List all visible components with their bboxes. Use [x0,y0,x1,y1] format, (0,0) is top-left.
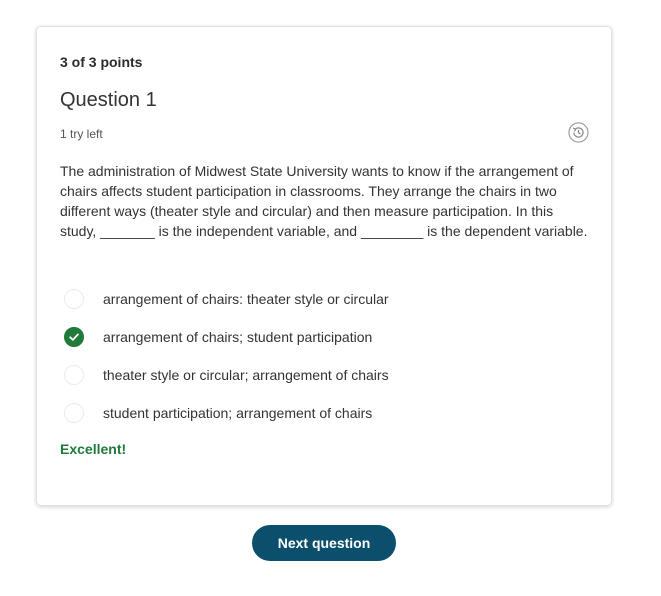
check-icon [69,333,79,341]
question-card: 3 of 3 points Question 1 1 try left The … [36,26,612,506]
radio-button[interactable] [64,289,84,309]
question-title: Question 1 [60,89,157,111]
option-label: arrangement of chairs; student participa… [103,329,373,345]
option-label: arrangement of chairs: theater style or … [103,291,389,307]
answer-options: arrangement of chairs: theater style or … [64,280,584,432]
radio-button[interactable] [64,403,84,423]
points-score: 3 of 3 points [60,54,143,70]
next-question-button[interactable]: Next question [252,525,396,561]
option-label: student participation; arrangement of ch… [103,405,373,421]
answer-option-3[interactable]: theater style or circular; arrangement o… [64,356,584,394]
question-prompt: The administration of Midwest State Univ… [60,163,588,239]
feedback-message: Excellent! [60,441,127,457]
tries-remaining: 1 try left [60,127,103,141]
option-label: theater style or circular; arrangement o… [103,367,389,383]
radio-button[interactable] [64,365,84,385]
answer-option-2[interactable]: arrangement of chairs; student participa… [64,318,584,356]
radio-button-checked[interactable] [64,327,84,347]
history-icon[interactable] [568,122,589,143]
answer-option-4[interactable]: student participation; arrangement of ch… [64,394,584,432]
answer-option-1[interactable]: arrangement of chairs: theater style or … [64,280,584,318]
